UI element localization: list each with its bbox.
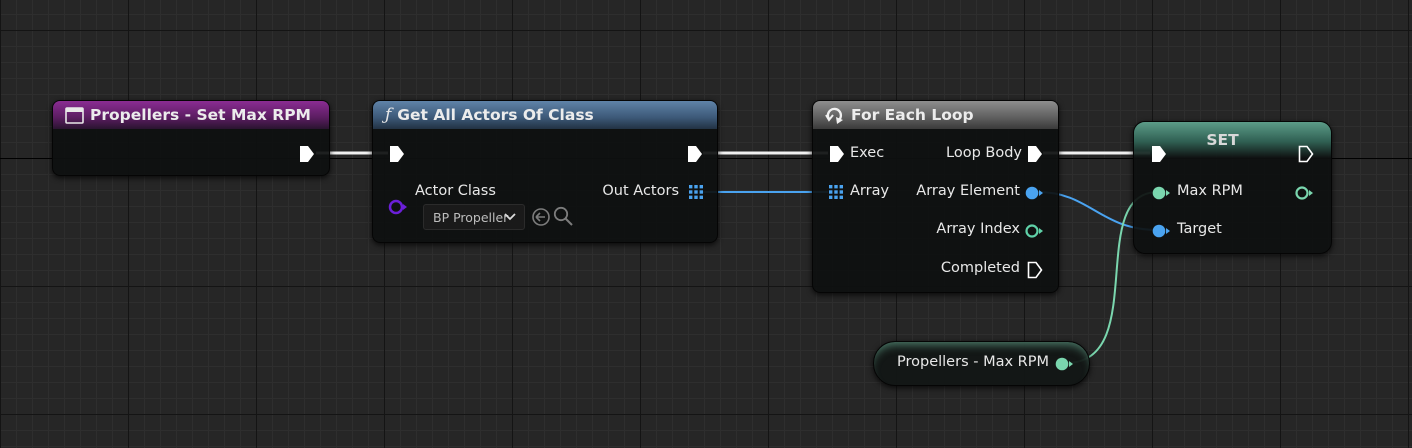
max-rpm-out-pin[interactable] bbox=[1294, 185, 1314, 201]
chevron-down-icon bbox=[504, 213, 516, 221]
use-selected-asset-icon[interactable] bbox=[531, 207, 551, 227]
get-all-actors-node[interactable]: ƒ Get All Actors Of Class Actor Class BP… bbox=[372, 100, 718, 243]
for-each-loop-node[interactable]: For Each Loop Exec Array Loop Body Array… bbox=[812, 100, 1059, 293]
loop-body-label: Loop Body bbox=[946, 145, 1022, 161]
loop-body-exec-pin[interactable] bbox=[1027, 145, 1043, 163]
exec-out-pin[interactable] bbox=[1298, 145, 1314, 163]
array-index-label: Array Index bbox=[936, 221, 1020, 237]
target-label: Target bbox=[1177, 221, 1222, 237]
actor-class-value: BP Propeller bbox=[433, 209, 509, 225]
event-node-title: Propellers - Set Max RPM bbox=[90, 106, 311, 124]
out-actors-array-pin[interactable] bbox=[689, 185, 703, 199]
target-pin[interactable] bbox=[1151, 223, 1171, 239]
array-element-pin[interactable] bbox=[1024, 185, 1044, 201]
event-icon bbox=[65, 106, 84, 124]
array-element-label: Array Element bbox=[916, 183, 1020, 199]
array-index-pin[interactable] bbox=[1024, 223, 1044, 239]
exec-out-pin[interactable] bbox=[687, 145, 703, 163]
for-each-loop-header[interactable]: For Each Loop bbox=[813, 101, 1058, 129]
set-max-rpm-node[interactable]: SET Max RPM Target bbox=[1133, 121, 1332, 254]
variable-out-pin[interactable] bbox=[1054, 356, 1074, 372]
completed-label: Completed bbox=[940, 260, 1020, 276]
set-node-title: SET bbox=[1206, 131, 1239, 149]
event-node-header[interactable]: Propellers - Set Max RPM bbox=[53, 101, 329, 129]
get-all-actors-title: Get All Actors Of Class bbox=[397, 106, 594, 124]
max-rpm-label: Max RPM bbox=[1177, 183, 1243, 199]
variable-label: Propellers - Max RPM bbox=[897, 354, 1049, 370]
actor-class-dropdown[interactable]: BP Propeller bbox=[423, 204, 525, 230]
actor-class-pin[interactable] bbox=[387, 199, 409, 215]
exec-out-pin[interactable] bbox=[299, 145, 315, 163]
for-each-loop-title: For Each Loop bbox=[851, 106, 974, 124]
actor-class-label: Actor Class bbox=[415, 183, 496, 199]
max-rpm-in-pin[interactable] bbox=[1151, 185, 1171, 201]
exec-in-pin[interactable] bbox=[1151, 145, 1167, 163]
exec-in-pin[interactable] bbox=[829, 145, 845, 163]
browse-search-icon[interactable] bbox=[553, 206, 574, 227]
function-icon: ƒ bbox=[385, 105, 392, 125]
array-label: Array bbox=[850, 183, 890, 199]
array-in-pin[interactable] bbox=[829, 185, 843, 199]
loop-macro-icon bbox=[825, 106, 845, 124]
out-actors-label: Out Actors bbox=[602, 183, 679, 199]
event-node-set-max-rpm[interactable]: Propellers - Set Max RPM bbox=[52, 100, 330, 176]
exec-in-pin[interactable] bbox=[389, 145, 405, 163]
exec-label: Exec bbox=[850, 145, 885, 161]
propellers-max-rpm-getter-node[interactable]: Propellers - Max RPM bbox=[873, 341, 1090, 386]
completed-exec-pin[interactable] bbox=[1027, 261, 1043, 279]
get-all-actors-header[interactable]: ƒ Get All Actors Of Class bbox=[373, 101, 717, 129]
